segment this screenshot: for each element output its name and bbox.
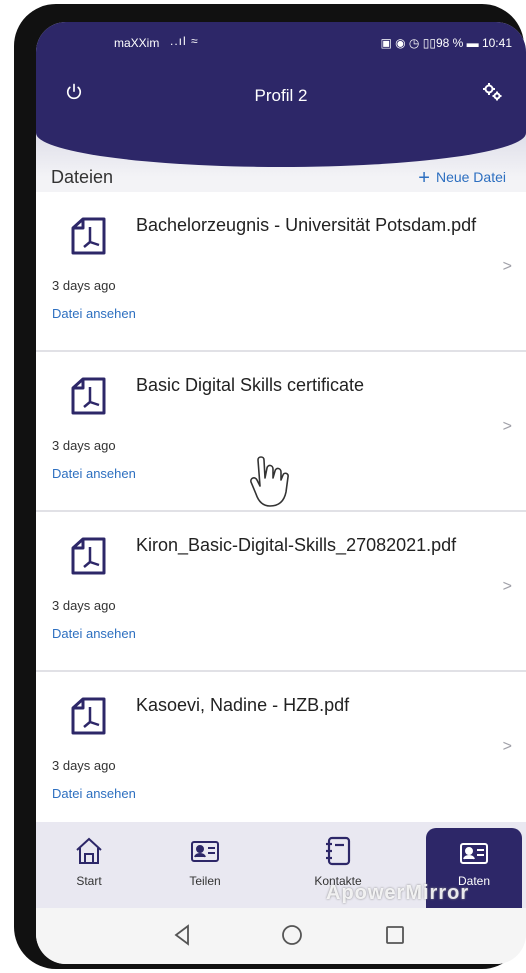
new-file-label: Neue Datei [435, 169, 506, 185]
pdf-file-icon [71, 217, 106, 255]
signal-icon: ..ıl ≈ [170, 34, 199, 48]
tab-label: Start [76, 874, 102, 888]
file-date: 3 days ago [52, 758, 116, 773]
chevron-right-icon: > [502, 738, 512, 755]
pdf-file-icon [71, 697, 106, 735]
view-file-link[interactable]: Datei ansehen [52, 306, 136, 321]
tab-start[interactable]: Start [41, 822, 137, 908]
file-date: 3 days ago [52, 598, 116, 613]
hand-cursor-icon [250, 456, 289, 507]
id-card-icon [460, 843, 488, 864]
back-icon[interactable] [170, 922, 196, 948]
file-name: Bachelorzeugnis - Universität Potsdam.pd… [136, 215, 477, 235]
tab-teilen[interactable]: Teilen [157, 822, 253, 908]
top-bar: Profil 2 [36, 80, 526, 112]
section-title: Dateien [51, 167, 114, 187]
list-item[interactable]: Bachelorzeugnis - Universität Potsdam.pd… [36, 192, 526, 352]
file-date: 3 days ago [52, 438, 116, 453]
list-item[interactable]: Kasoevi, Nadine - HZB.pdf 3 days ago Dat… [36, 672, 526, 832]
plus-icon: + [418, 167, 430, 189]
watermark: ApowerMirror [326, 882, 470, 904]
chevron-right-icon: > [502, 418, 512, 435]
home-nav-icon[interactable] [279, 922, 305, 948]
view-file-link[interactable]: Datei ansehen [52, 466, 136, 481]
list-item[interactable]: Kiron_Basic-Digital-Skills_27082021.pdf … [36, 512, 526, 672]
new-file-button[interactable]: + Neue Datei [418, 165, 506, 189]
view-file-link[interactable]: Datei ansehen [52, 626, 136, 641]
app-header: maXXim ..ıl ≈ ▣ ◉ ◷ ▯▯98 % ▬ 10:41 Profi… [36, 22, 526, 167]
page-title: Profil 2 [254, 86, 308, 105]
id-card-icon [191, 841, 219, 862]
system-nav-bar [36, 908, 526, 964]
status-right: ▣ ◉ ◷ ▯▯98 % ▬ 10:41 [380, 36, 512, 50]
gear-icon[interactable] [480, 80, 504, 104]
chevron-right-icon: > [502, 578, 512, 595]
file-name: Basic Digital Skills certificate [136, 375, 365, 395]
chevron-right-icon: > [502, 258, 512, 275]
screen: maXXim ..ıl ≈ ▣ ◉ ◷ ▯▯98 % ▬ 10:41 Profi… [36, 22, 526, 964]
recent-apps-icon[interactable] [382, 922, 408, 948]
file-date: 3 days ago [52, 278, 116, 293]
home-icon [76, 837, 102, 864]
address-book-icon [326, 836, 351, 866]
carrier-name: maXXim [114, 36, 160, 50]
file-list: Bachelorzeugnis - Universität Potsdam.pd… [36, 192, 526, 832]
files-section-header: Dateien + Neue Datei [36, 147, 526, 191]
pdf-file-icon [71, 377, 106, 415]
file-name: Kiron_Basic-Digital-Skills_27082021.pdf [136, 535, 457, 555]
phone-frame: maXXim ..ıl ≈ ▣ ◉ ◷ ▯▯98 % ▬ 10:41 Profi… [14, 4, 526, 969]
pdf-file-icon [71, 537, 106, 575]
tab-label: Teilen [189, 874, 221, 888]
view-file-link[interactable]: Datei ansehen [52, 786, 136, 801]
status-bar: maXXim ..ıl ≈ ▣ ◉ ◷ ▯▯98 % ▬ 10:41 [36, 32, 526, 56]
file-name: Kasoevi, Nadine - HZB.pdf [136, 695, 350, 715]
